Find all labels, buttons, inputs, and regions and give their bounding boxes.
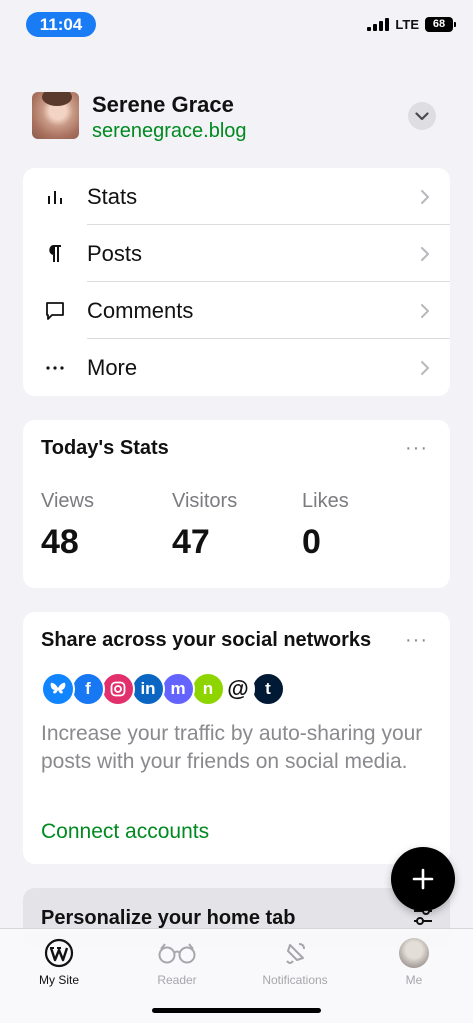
tab-me[interactable]: Me [355,937,473,987]
stat-likes: Likes 0 [302,490,349,562]
menu-item-label: Posts [87,240,143,266]
menu-item-more[interactable]: More [23,339,450,396]
stat-label: Likes [302,490,349,512]
site-url[interactable]: serenegrace.blog [92,120,247,143]
chevron-right-icon [421,360,429,375]
stat-label: Visitors [172,490,238,512]
menu-item-label: Comments [87,297,194,323]
threads-icon: @ [221,672,255,706]
linkedin-icon: in [131,672,165,706]
site-header[interactable]: Serene Grace serenegrace.blog [32,92,442,142]
plus-icon [412,868,434,890]
tab-reader[interactable]: Reader [118,937,236,987]
menu-item-label: More [87,354,138,380]
pilcrow-icon [43,242,67,266]
bar-chart-icon [43,185,67,209]
stat-value: 48 [41,523,79,561]
tab-label: My Site [38,973,79,987]
stat-value: 0 [302,523,321,561]
stat-label: Views [41,490,94,512]
share-description: Increase your traffic by auto-sharing yo… [41,722,423,773]
card-title: Personalize your home tab [41,907,296,929]
create-post-button[interactable] [391,847,455,911]
menu-item-stats[interactable]: Stats [23,168,450,225]
tab-my-site[interactable]: My Site [0,937,118,987]
more-options-icon[interactable]: ··· [405,437,428,460]
site-menu-card: Stats Posts Comments More [23,168,450,396]
status-indicators: LTE 68 [367,17,456,32]
card-title: Today's Stats [41,437,169,459]
more-options-icon[interactable]: ··· [405,629,428,652]
user-avatar [399,938,429,968]
facebook-icon: f [71,672,105,706]
signal-icon [367,18,390,31]
stat-views: Views 48 [41,490,94,562]
network-label: LTE [395,17,419,32]
tab-notifications[interactable]: Notifications [236,937,354,987]
chevron-right-icon [421,246,429,261]
tab-label: Notifications [262,973,328,987]
menu-item-comments[interactable]: Comments [23,282,450,339]
chevron-down-icon [415,111,429,120]
instagram-icon [101,672,135,706]
connect-accounts-link[interactable]: Connect accounts [41,820,209,844]
chevron-right-icon [421,303,429,318]
battery-icon: 68 [425,17,456,32]
stat-value: 47 [172,523,210,561]
tumblr-icon: t [251,672,285,706]
nextdoor-icon: n [191,672,225,706]
card-title: Share across your social networks [41,629,372,651]
bell-icon [286,943,305,964]
comment-icon [43,299,67,323]
home-indicator [152,1008,321,1013]
menu-item-posts[interactable]: Posts [23,225,450,282]
social-network-icons: f in m n @ t [41,672,285,706]
social-share-card: Share across your social networks ··· fi… [23,612,450,864]
tab-label: Reader [157,973,197,987]
site-avatar[interactable] [32,92,79,139]
wordpress-icon [44,938,74,968]
site-switcher-button[interactable] [408,102,436,130]
bluesky-icon [41,672,75,706]
status-time[interactable]: 11:04 [26,12,96,37]
todays-stats-card[interactable]: Today's Stats ··· Views 48 Visitors 47 L… [23,420,450,588]
stat-visitors: Visitors 47 [172,490,237,562]
mastodon-icon: m [161,672,195,706]
status-bar: 11:04 LTE 68 [0,0,473,46]
ellipsis-icon [43,356,67,380]
menu-item-label: Stats [87,183,138,209]
chevron-right-icon [421,189,429,204]
tab-label: Me [405,973,423,987]
reader-glasses-icon [158,943,196,964]
site-name: Serene Grace [92,92,234,117]
